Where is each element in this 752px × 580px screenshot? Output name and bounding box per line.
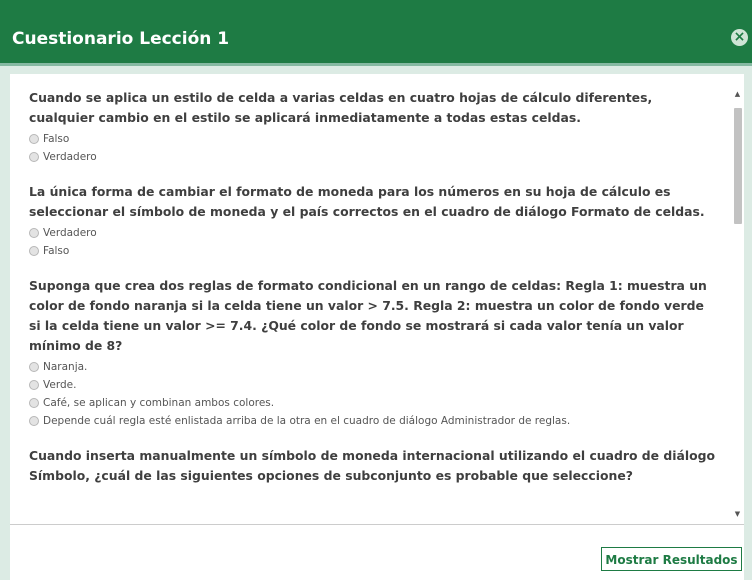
frame-right [744, 66, 752, 580]
question-2: La única forma de cambiar el formato de … [29, 182, 719, 260]
option-radio[interactable]: Falso [29, 130, 719, 148]
option-radio[interactable]: Verdadero [29, 148, 719, 166]
option-label: Verdadero [43, 227, 97, 239]
option-label: Café, se aplican y combinan ambos colore… [43, 397, 275, 409]
option-label: Falso [43, 133, 70, 145]
question-text: Cuando se aplica un estilo de celda a va… [29, 90, 653, 125]
option-radio[interactable]: Depende cuál regla esté enlistada arriba… [29, 412, 719, 430]
radio-button[interactable] [29, 246, 39, 256]
frame-left [0, 66, 10, 580]
radio-button[interactable] [29, 152, 39, 162]
chevron-up-icon[interactable]: ▲ [731, 88, 744, 100]
radio-button[interactable] [29, 228, 39, 238]
option-radio[interactable]: Verde. [29, 376, 719, 394]
option-radio[interactable]: Falso [29, 242, 719, 260]
question-3: Suponga que crea dos reglas de formato c… [29, 276, 719, 430]
close-icon[interactable]: × [731, 29, 748, 46]
question-1: Cuando se aplica un estilo de celda a va… [29, 88, 719, 166]
frame-top [10, 66, 744, 74]
questions-list: Cuando se aplica un estilo de celda a va… [29, 88, 719, 502]
questions-panel: Cuando se aplica un estilo de celda a va… [10, 74, 744, 524]
radio-button[interactable] [29, 416, 39, 426]
question-text: Cuando inserta manualmente un símbolo de… [29, 448, 715, 483]
option-radio[interactable]: Verdadero [29, 224, 719, 242]
option-label: Verdadero [43, 151, 97, 163]
question-4: Cuando inserta manualmente un símbolo de… [29, 446, 719, 486]
radio-button[interactable] [29, 398, 39, 408]
dialog-header: Cuestionario Lección 1 × [0, 0, 752, 63]
option-label: Depende cuál regla esté enlistada arriba… [43, 415, 571, 427]
option-label: Naranja. [43, 361, 88, 373]
scrollbar-thumb[interactable] [734, 108, 742, 224]
radio-button[interactable] [29, 380, 39, 390]
radio-button[interactable] [29, 362, 39, 372]
option-label: Falso [43, 245, 70, 257]
radio-button[interactable] [29, 134, 39, 144]
option-radio[interactable]: Café, se aplican y combinan ambos colore… [29, 394, 719, 412]
dialog-title: Cuestionario Lección 1 [12, 29, 230, 49]
question-text: La única forma de cambiar el formato de … [29, 184, 705, 219]
question-text: Suponga que crea dos reglas de formato c… [29, 278, 707, 353]
chevron-down-icon[interactable]: ▼ [731, 508, 744, 520]
vertical-scrollbar[interactable]: ▲ ▼ [731, 84, 744, 520]
option-label: Verde. [43, 379, 77, 391]
option-radio[interactable]: Naranja. [29, 358, 719, 376]
show-results-button[interactable]: Mostrar Resultados [601, 547, 742, 571]
